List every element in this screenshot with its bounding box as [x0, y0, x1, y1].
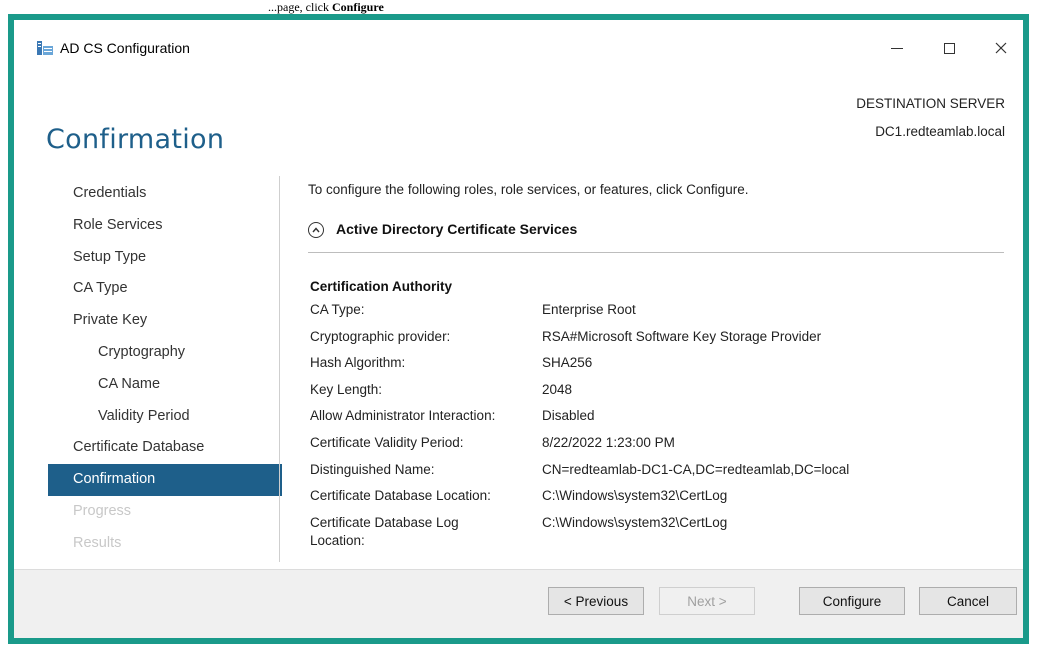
next-button: Next >: [659, 587, 755, 615]
group-heading: Certification Authority: [310, 279, 453, 294]
detail-row-ca-type: CA Type: Enterprise Root: [310, 301, 1000, 328]
detail-key: Hash Algorithm:: [310, 355, 406, 371]
collapse-section-button[interactable]: [308, 222, 324, 238]
maximize-icon: [943, 42, 955, 54]
detail-row-cryptographic-provider: Cryptographic provider: RSA#Microsoft So…: [310, 328, 1000, 355]
chevron-up-icon: [312, 227, 320, 233]
detail-row-validity-period: Certificate Validity Period: 8/22/2022 1…: [310, 434, 1000, 461]
details-list: CA Type: Enterprise Root Cryptographic p…: [310, 301, 1000, 550]
detail-row-distinguished-name: Distinguished Name: CN=redteamlab-DC1-CA…: [310, 461, 1000, 488]
minimize-button[interactable]: [875, 34, 919, 62]
detail-key: Certificate Database Log Location:: [310, 514, 459, 548]
section-header: Active Directory Certificate Services: [308, 220, 1004, 253]
page-caption-text: ...page, click: [268, 0, 332, 14]
configure-button[interactable]: Configure: [799, 587, 905, 615]
cancel-button[interactable]: Cancel: [919, 587, 1017, 615]
detail-row-key-length: Key Length: 2048: [310, 381, 1000, 408]
detail-value: SHA256: [542, 355, 593, 371]
detail-key: Cryptographic provider:: [310, 328, 451, 344]
nav-item-ca-type[interactable]: CA Type: [48, 273, 282, 305]
page-caption-bold: Configure: [331, 0, 384, 14]
nav-item-certificate-database[interactable]: Certificate Database: [48, 432, 282, 464]
nav-item-setup-type[interactable]: Setup Type: [48, 242, 282, 274]
detail-value: 8/22/2022 1:23:00 PM: [542, 434, 675, 450]
window-title: AD CS Configuration: [60, 40, 190, 56]
page-caption: ...page, click Configure: [0, 0, 1037, 14]
detail-value: C:\Windows\system32\CertLog: [542, 488, 728, 504]
server-manager-icon: [37, 41, 53, 55]
nav-item-cryptography[interactable]: Cryptography: [48, 337, 282, 369]
nav-item-results: Results: [73, 534, 122, 551]
nav-item-private-key[interactable]: Private Key: [48, 305, 282, 337]
section-title: Active Directory Certificate Services: [336, 221, 578, 237]
detail-row-database-log-location: Certificate Database Log Location: C:\Wi…: [310, 514, 1000, 550]
detail-value: C:\Windows\system32\CertLog: [542, 514, 728, 530]
confirmation-panel: To configure the following roles, role s…: [308, 178, 1008, 548]
detail-row-database-location: Certificate Database Location: C:\Window…: [310, 487, 1000, 514]
detail-value: Disabled: [542, 408, 595, 424]
detail-value: 2048: [542, 381, 573, 397]
close-icon: [995, 42, 1007, 54]
title-bar[interactable]: AD CS Configuration: [14, 20, 1023, 76]
detail-key: Allow Administrator Interaction:: [310, 408, 496, 424]
nav-item-confirmation[interactable]: Confirmation: [48, 464, 282, 496]
detail-value: RSA#Microsoft Software Key Storage Provi…: [542, 328, 822, 344]
nav-item-progress: Progress: [73, 502, 132, 519]
wizard-nav: Credentials Role Services Setup Type CA …: [48, 178, 282, 560]
previous-button[interactable]: < Previous: [548, 587, 644, 615]
detail-row-allow-admin-interaction: Allow Administrator Interaction: Disable…: [310, 407, 1000, 434]
detail-row-hash-algorithm: Hash Algorithm: SHA256: [310, 354, 1000, 381]
maximize-button[interactable]: [927, 34, 971, 62]
nav-item-role-services[interactable]: Role Services: [48, 210, 282, 242]
detail-key: CA Type:: [310, 302, 365, 317]
detail-key: Certificate Database Location:: [310, 488, 491, 504]
detail-key: Key Length:: [310, 381, 383, 397]
detail-key: Certificate Validity Period:: [310, 434, 464, 450]
intro-text: To configure the following roles, role s…: [308, 182, 749, 197]
detail-value: Enterprise Root: [542, 302, 636, 317]
page-title: Confirmation: [46, 124, 225, 156]
nav-item-ca-name[interactable]: CA Name: [48, 369, 282, 401]
destination-server-label: DESTINATION SERVER: [856, 96, 1005, 111]
nav-item-credentials[interactable]: Credentials: [48, 178, 282, 210]
close-button[interactable]: [979, 34, 1023, 62]
nav-item-validity-period[interactable]: Validity Period: [48, 401, 282, 433]
destination-server-name: DC1.redteamlab.local: [875, 124, 1005, 139]
ad-cs-configuration-window: AD CS Configuration Confirmation DESTINA…: [8, 14, 1029, 644]
minimize-icon: [891, 47, 903, 49]
wizard-footer: < Previous Next > Configure Cancel: [14, 569, 1023, 638]
detail-key: Distinguished Name:: [310, 461, 435, 477]
nav-divider: [279, 176, 280, 562]
detail-value: CN=redteamlab-DC1-CA,DC=redteamlab,DC=lo…: [542, 461, 850, 477]
